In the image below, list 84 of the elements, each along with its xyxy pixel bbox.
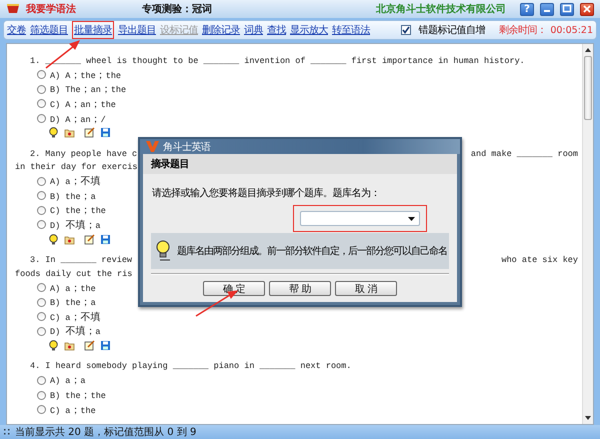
scrollbar[interactable]	[582, 44, 593, 424]
radio-button[interactable]	[37, 390, 46, 400]
note-edit-icon[interactable]	[84, 127, 95, 138]
option-label: A) a；the	[50, 282, 96, 295]
library-combo-box[interactable]	[300, 211, 420, 226]
app-name: 我要学语法	[26, 2, 76, 16]
status-text: 当前显示共 20 题，标记值范围从 0 到 9	[15, 426, 196, 439]
toolbar-link[interactable]: 筛选题目	[30, 23, 68, 37]
radio-button[interactable]	[37, 312, 46, 322]
question-text: 2. Many people have c	[30, 148, 138, 159]
option-label: B) the；a	[50, 190, 96, 203]
option-label: C) A；an；the	[50, 98, 116, 111]
company-name: 北京角斗士软件技术有限公司	[376, 2, 506, 16]
option-label: D) 不填；a	[50, 324, 100, 338]
radio-button[interactable]	[37, 176, 46, 186]
timer-label: 剩余时间：	[498, 24, 546, 37]
option-label: C) the；the	[50, 204, 106, 218]
folder-icon[interactable]	[64, 340, 75, 352]
dialog-heading: 摘录题目	[143, 154, 457, 174]
bulb-icon[interactable]	[48, 127, 59, 138]
option-label: C) a；the	[50, 404, 96, 417]
option-label: B) the；a	[50, 296, 96, 310]
note-edit-icon[interactable]	[84, 234, 95, 245]
question-text: in their day for exercis	[15, 162, 138, 172]
bulb-icon	[155, 240, 171, 262]
bulb-icon[interactable]	[48, 234, 59, 245]
radio-button[interactable]	[37, 220, 46, 230]
radio-button[interactable]	[37, 70, 46, 80]
toolbar-link[interactable]: 批量摘录	[74, 25, 112, 36]
bulb-icon[interactable]	[48, 340, 59, 352]
save-icon[interactable]	[100, 340, 111, 352]
option-label: A) a；a	[50, 374, 86, 388]
radio-button[interactable]	[37, 298, 46, 307]
test-title: 专项测验：冠词	[142, 2, 212, 16]
radio-button[interactable]	[37, 405, 46, 414]
help-button[interactable]: 帮 助	[269, 281, 331, 296]
toolbar-link[interactable]: 显示放大	[290, 23, 328, 37]
toolbar-link[interactable]: 转至语法	[332, 23, 370, 37]
note-text: 题库名由两部分组成。前一部分软件自定，后一部分您可以自己命名	[177, 244, 447, 258]
save-icon[interactable]	[100, 234, 111, 245]
close-button[interactable]	[580, 2, 594, 16]
radio-button[interactable]	[37, 114, 46, 124]
option-label: D) 不填；a	[50, 218, 100, 232]
checkbox-label: 错题标记值自增	[418, 24, 485, 37]
radio-button[interactable]	[37, 84, 46, 94]
checkbox[interactable]	[401, 25, 412, 35]
radio-button[interactable]	[37, 376, 46, 385]
option-label: A) a；不填	[50, 174, 100, 188]
close-icon	[582, 4, 592, 14]
option-label: A) A；the；the	[50, 68, 122, 82]
option-label: B) the；the	[50, 389, 106, 402]
option-label: B) The；an；the	[50, 83, 126, 96]
question-text: and make _______ room	[470, 148, 578, 159]
save-icon[interactable]	[100, 127, 111, 138]
radio-button[interactable]	[37, 283, 46, 292]
radio-button[interactable]	[37, 326, 46, 336]
folder-icon[interactable]	[64, 234, 75, 245]
logo-icon	[6, 3, 20, 15]
question-text: foods daily cut the ris	[15, 268, 132, 278]
option-label: C) a；不填	[50, 310, 100, 324]
toolbar-link[interactable]: 导出题目	[118, 23, 156, 37]
minimize-button[interactable]	[540, 2, 554, 16]
toolbar-link[interactable]: 交卷	[7, 23, 26, 37]
option-label: D) A；an；/	[50, 112, 106, 126]
maximize-button[interactable]	[560, 2, 574, 16]
question-text: who ate six key	[501, 255, 578, 265]
question-text: 3. In _______ review	[30, 255, 132, 265]
note-edit-icon[interactable]	[84, 340, 95, 352]
logo-icon	[146, 141, 159, 152]
dialog-title: 角斗士英语	[163, 140, 210, 154]
radio-button[interactable]	[37, 206, 46, 215]
toolbar-link[interactable]: 删除记录	[202, 23, 240, 37]
question-text: 4. I heard somebody playing _______ piano in _______ next room.	[30, 361, 352, 372]
radio-button[interactable]	[37, 191, 46, 200]
timer-value: 00:05:21	[550, 24, 593, 36]
maximize-icon	[562, 4, 572, 14]
grip-icon	[4, 428, 10, 436]
toolbar-link[interactable]: 查找	[267, 23, 286, 37]
question-text: 1. _______ wheel is thought to be _______ invention of _______ first importance in human history.	[30, 56, 525, 66]
prompt-text: 请选择或输入您要将题目摘录到哪个题库。题库名为：	[152, 186, 381, 200]
folder-icon[interactable]	[64, 127, 75, 138]
cancel-button[interactable]: 取 消	[335, 281, 397, 296]
radio-button[interactable]	[37, 99, 46, 108]
toolbar-link[interactable]: 词典	[244, 23, 263, 37]
